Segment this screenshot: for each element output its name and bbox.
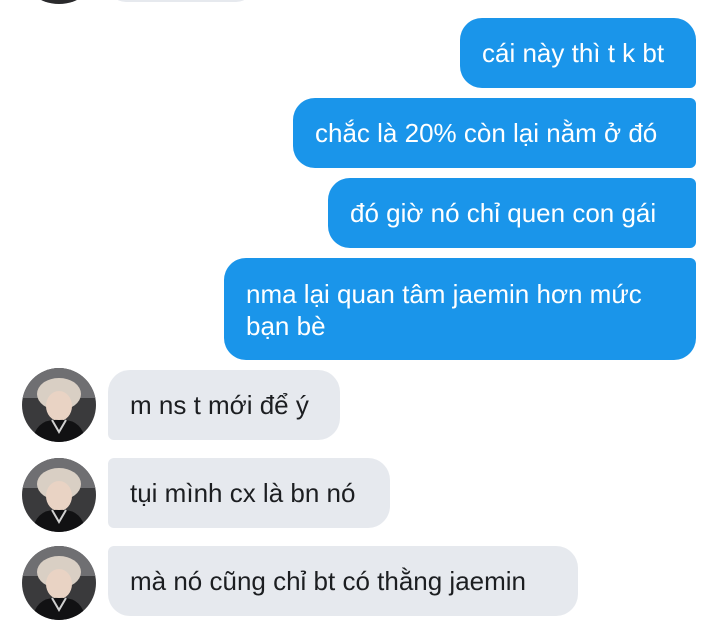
message-text: cái này thì t k bt: [482, 38, 665, 68]
outgoing-message[interactable]: cái này thì t k bt: [460, 18, 696, 88]
incoming-message[interactable]: m ns t mới để ý: [108, 370, 340, 440]
previous-message-bubble[interactable]: [108, 0, 254, 2]
message-thread: cái này thì t k bt chắc là 20% còn lại n…: [0, 0, 720, 630]
avatar[interactable]: [22, 458, 96, 532]
person-photo-icon: [22, 368, 96, 442]
message-text: nma lại quan tâm jaemin hơn mức bạn bè: [246, 279, 642, 341]
outgoing-message[interactable]: nma lại quan tâm jaemin hơn mức bạn bè: [224, 258, 696, 360]
person-photo-icon: [22, 546, 96, 620]
incoming-message[interactable]: mà nó cũng chỉ bt có thằng jaemin: [108, 546, 578, 616]
outgoing-message[interactable]: chắc là 20% còn lại nằm ở đó: [293, 98, 696, 168]
message-text: chắc là 20% còn lại nằm ở đó: [315, 118, 658, 148]
avatar[interactable]: [22, 368, 96, 442]
message-text: tụi mình cx là bn nó: [130, 478, 356, 508]
outgoing-message[interactable]: đó giờ nó chỉ quen con gái: [328, 178, 696, 248]
avatar[interactable]: [22, 546, 96, 620]
message-text: mà nó cũng chỉ bt có thằng jaemin: [130, 566, 527, 596]
message-text: đó giờ nó chỉ quen con gái: [350, 198, 657, 228]
person-photo-icon: [22, 458, 96, 532]
avatar-previous: [22, 0, 96, 4]
incoming-message[interactable]: tụi mình cx là bn nó: [108, 458, 390, 528]
message-text: m ns t mới để ý: [130, 390, 309, 420]
